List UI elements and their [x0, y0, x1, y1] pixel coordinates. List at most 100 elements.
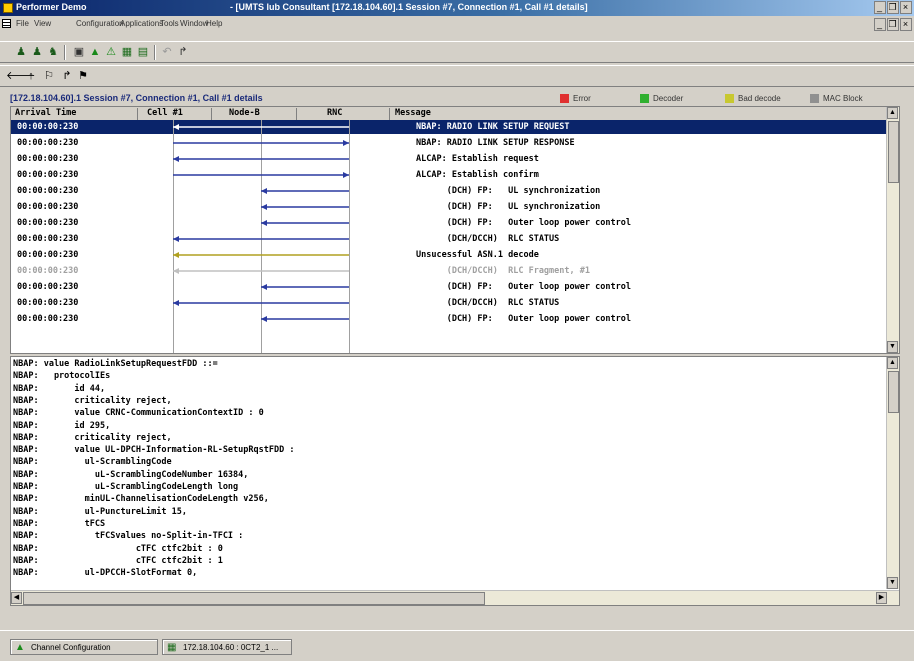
decode-line: NBAP: ul-DPCCH-SlotFormat 0,	[13, 568, 198, 579]
message-arrows	[173, 124, 349, 322]
minimize-button[interactable]: _	[874, 1, 886, 14]
window-title: - [UMTS lub Consultant [172.18.104.60].1…	[230, 2, 588, 12]
grid-icon: ▦	[167, 642, 177, 653]
scroll-right-icon[interactable]: ▶	[876, 592, 887, 604]
mdi-close-button[interactable]: ×	[900, 18, 912, 31]
arrowhead	[261, 220, 267, 226]
scroll-down-icon[interactable]: ▼	[887, 341, 898, 353]
mdi-minimize-button[interactable]: _	[874, 18, 886, 31]
tool-icon-2[interactable]: ♟	[30, 45, 44, 59]
decode-line: NBAP: criticality reject,	[13, 432, 172, 443]
menu-window[interactable]: Window	[180, 19, 208, 28]
title-bar: Performer Demo - [UMTS lub Consultant [1…	[0, 0, 914, 16]
legend-swatch	[725, 94, 734, 103]
warning-icon[interactable]: ⚠	[104, 45, 118, 59]
message-sequence-table[interactable]: Arrival Time Cell #1 Node-B RNC Message …	[10, 106, 900, 354]
task-label: 172.18.104.60 : 0CT2_1 ...	[183, 643, 279, 652]
legend-decoder: Decoder	[640, 94, 683, 103]
close-button[interactable]: ×	[900, 1, 912, 14]
app-title: Performer Demo	[16, 2, 87, 12]
mdi-restore-button[interactable]: ❐	[887, 18, 899, 31]
panel-header: [172.18.104.60].1 Session #7, Connection…	[10, 92, 905, 106]
decode-pane[interactable]: NBAP: value RadioLinkSetupRequestFDD ::=…	[10, 356, 900, 606]
task-session-window[interactable]: ▦ 172.18.104.60 : 0CT2_1 ...	[162, 639, 292, 655]
flag-icon[interactable]: ⚑	[76, 69, 90, 83]
menu-configuration[interactable]: Configuration	[76, 19, 124, 28]
decode-line: NBAP: uL-ScramblingCodeNumber 16384,	[13, 469, 249, 480]
menu-view[interactable]: View	[34, 19, 51, 28]
decode-line: NBAP: value UL-DPCH-Information-RL-Setup…	[13, 445, 295, 456]
arrowhead	[261, 204, 267, 210]
help-icon[interactable]: ↱	[176, 45, 190, 59]
decode-horizontal-scrollbar[interactable]: ◀ ▶	[11, 590, 899, 605]
window-controls: _ ❐ ×	[873, 1, 912, 14]
back-icon[interactable]: 🡐	[6, 69, 36, 83]
legend-swatch	[810, 94, 819, 103]
scroll-left-icon[interactable]: ◀	[11, 592, 22, 604]
decode-line: NBAP: cTFC ctfc2bit : 1	[13, 555, 223, 566]
scroll-up-icon[interactable]: ▲	[887, 107, 898, 119]
arrowhead	[173, 236, 179, 242]
scroll-up-icon[interactable]: ▲	[887, 357, 898, 369]
triangle-icon[interactable]: ▲	[88, 45, 102, 59]
arrowhead	[261, 284, 267, 290]
panel-title: [172.18.104.60].1 Session #7, Connection…	[10, 93, 263, 103]
grid-icon[interactable]: ▦	[120, 45, 134, 59]
decode-line: NBAP: tFCS	[13, 518, 106, 529]
menu-file[interactable]: File	[16, 19, 29, 28]
decode-vertical-scrollbar[interactable]: ▲ ▼	[886, 357, 899, 589]
decode-line: NBAP: id 44,	[13, 383, 106, 394]
legend-bad-decode: Bad decode	[725, 94, 781, 103]
scroll-thumb[interactable]	[888, 371, 899, 413]
legend-mac-block: MAC Block	[810, 94, 863, 103]
window-taskbar: ▲ Channel Configuration ▦ 172.18.104.60 …	[0, 630, 914, 661]
table-vertical-scrollbar[interactable]: ▲ ▼	[886, 107, 899, 353]
mdi-window-controls: _ ❐ ×	[873, 18, 912, 31]
scroll-thumb[interactable]	[888, 121, 899, 183]
arrowhead	[173, 268, 179, 274]
menu-applications[interactable]: Applications	[120, 19, 163, 28]
window-icon[interactable]: ▣	[72, 45, 86, 59]
decode-line: NBAP: tFCSvalues no-Split-in-TFCI :	[13, 531, 244, 542]
main-toolbar: ♟ ♟ ♞ ▣ ▲ ⚠ ▦ ▤ ↶ ↱	[0, 41, 914, 63]
decode-line: NBAP: minUL-ChannelisationCodeLength v25…	[13, 494, 269, 505]
arrowhead	[173, 252, 179, 258]
warning-icon: ▲	[15, 642, 25, 653]
arrowhead	[261, 316, 267, 322]
scroll-down-icon[interactable]: ▼	[887, 577, 898, 589]
document-icon[interactable]	[2, 19, 11, 28]
legend-swatch	[640, 94, 649, 103]
menu-help[interactable]: Help	[206, 19, 222, 28]
decode-line: NBAP: value CRNC-CommunicationContextID …	[13, 408, 264, 419]
tool-icon-1[interactable]: ♟	[14, 45, 28, 59]
decode-line: NBAP: criticality reject,	[13, 395, 172, 406]
table-icon[interactable]: ▤	[136, 45, 150, 59]
filter-icon[interactable]: ⚐	[42, 69, 56, 83]
arrowhead	[173, 124, 179, 130]
arrowhead	[343, 140, 349, 146]
app-icon	[3, 3, 13, 13]
tool-icon-3[interactable]: ♞	[46, 45, 60, 59]
menu-bar: File View Configuration Applications Too…	[0, 17, 914, 31]
menu-tools[interactable]: Tools	[160, 19, 179, 28]
decode-line: NBAP: protocolIEs	[13, 371, 111, 382]
step-icon[interactable]: ↱	[60, 69, 74, 83]
decode-line: NBAP: ul-PunctureLimit 15,	[13, 506, 187, 517]
arrowhead	[173, 156, 179, 162]
decode-line: NBAP: uL-ScramblingCodeLength long	[13, 482, 239, 492]
task-label: Channel Configuration	[31, 643, 111, 652]
navigation-toolbar: 🡐 ↑ ⚐ ↱ ⚑	[0, 65, 914, 87]
arrowhead	[343, 172, 349, 178]
disabled-icon[interactable]: ↶	[160, 45, 174, 59]
up-icon[interactable]: ↑	[24, 69, 38, 83]
legend-error: Error	[560, 94, 591, 103]
decode-line: NBAP: value RadioLinkSetupRequestFDD ::=	[13, 359, 218, 369]
decode-line: NBAP: id 295,	[13, 420, 111, 431]
arrowhead	[173, 300, 179, 306]
scroll-thumb[interactable]	[23, 592, 485, 605]
arrowhead	[261, 188, 267, 194]
restore-button[interactable]: ❐	[887, 1, 899, 14]
decode-line: NBAP: ul-ScramblingCode	[13, 457, 172, 468]
task-channel-configuration[interactable]: ▲ Channel Configuration	[10, 639, 158, 655]
legend-swatch	[560, 94, 569, 103]
